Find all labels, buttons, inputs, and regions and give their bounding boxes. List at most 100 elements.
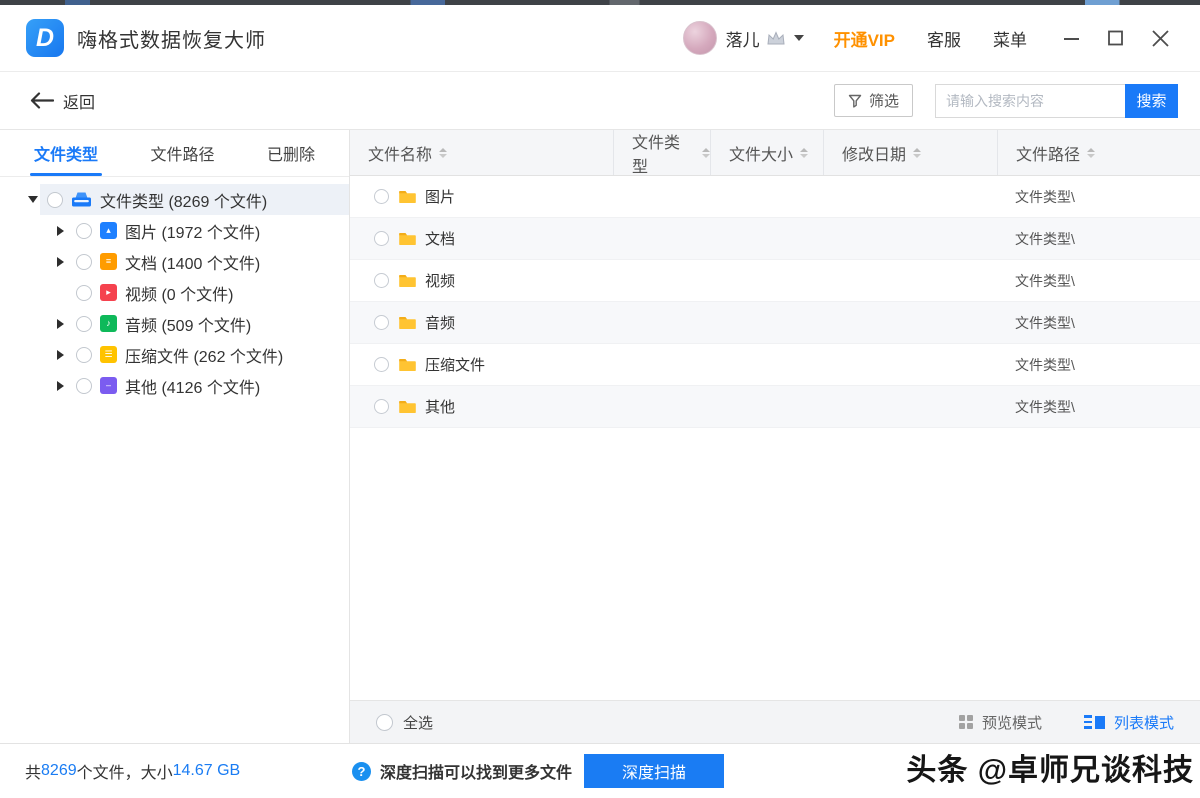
column-label: 文件大小 [729,141,793,165]
summary-middle: 个文件，大小 [77,759,173,783]
column-label: 文件类型 [632,129,695,177]
column-label: 文件名称 [368,141,432,165]
table-row[interactable]: 其他 文件类型\ [350,386,1200,428]
sort-icon[interactable] [702,148,710,158]
row-radio[interactable] [374,189,389,204]
row-radio[interactable] [374,273,389,288]
preview-mode-label: 预览模式 [982,712,1042,733]
search-box: 搜索 [935,84,1178,118]
tree-item-radio[interactable] [76,254,92,270]
tree-item[interactable]: ♪ 音频 (509 个文件) [0,308,349,339]
open-vip-button[interactable]: 开通VIP [834,26,895,51]
row-radio[interactable] [374,315,389,330]
app-title: 嗨格式数据恢复大师 [77,24,266,53]
tree-item-radio[interactable] [76,347,92,363]
back-label: 返回 [63,89,95,113]
search-button[interactable]: 搜索 [1125,84,1178,118]
row-file-path: 文件类型\ [997,229,1200,249]
table-row[interactable]: 压缩文件 文件类型\ [350,344,1200,386]
row-file-name: 压缩文件 [425,354,485,375]
document-file-icon: ≡ [100,253,117,270]
table-header: 文件名称 文件类型 文件大小 修改日期 文件路径 [350,130,1200,176]
tree-root-label: 文件类型 (8269 个文件) [100,188,267,212]
deep-scan-hint: 深度扫描可以找到更多文件 [380,759,572,783]
table-column-header[interactable]: 修改日期 [823,130,997,175]
tree-item[interactable]: – 其他 (4126 个文件) [0,370,349,401]
search-input[interactable] [935,84,1125,118]
other-file-icon: – [100,377,117,394]
tree-item-label: 压缩文件 (262 个文件) [125,343,283,367]
window-controls [1063,29,1170,48]
sort-icon[interactable] [800,148,808,158]
collapse-icon[interactable] [28,196,40,203]
table-empty-space [350,428,1200,700]
status-bar: 共8269个文件，大小14.67 GB ? 深度扫描可以找到更多文件 深度扫描 … [0,743,1200,798]
folder-icon [399,231,416,246]
row-file-name: 音频 [425,312,455,333]
sort-icon[interactable] [439,148,447,158]
back-button[interactable]: 返回 [30,89,95,113]
row-radio[interactable] [374,399,389,414]
tree-root-file-type[interactable]: 文件类型 (8269 个文件) [0,184,349,215]
expand-icon[interactable] [57,226,69,236]
table-column-header[interactable]: 文件名称 [350,130,613,175]
expand-icon[interactable] [57,350,69,360]
sort-icon[interactable] [1087,148,1095,158]
row-file-path: 文件类型\ [997,187,1200,207]
row-radio[interactable] [374,231,389,246]
column-label: 修改日期 [842,141,906,165]
tree-item[interactable]: ☰ 压缩文件 (262 个文件) [0,339,349,370]
archive-file-icon: ☰ [100,346,117,363]
table-row[interactable]: 图片 文件类型\ [350,176,1200,218]
expand-icon[interactable] [57,257,69,267]
tree-item[interactable]: ▴ 图片 (1972 个文件) [0,215,349,246]
tree-item-radio[interactable] [76,223,92,239]
list-view-icon [1084,715,1105,729]
row-radio[interactable] [374,357,389,372]
help-icon: ? [352,762,371,781]
table-row[interactable]: 视频 文件类型\ [350,260,1200,302]
select-all-radio[interactable] [376,714,393,731]
sort-icon[interactable] [913,148,921,158]
title-bar: D 嗨格式数据恢复大师 落儿 开通VIP 客服 菜单 [0,5,1200,72]
select-all-label: 全选 [403,712,433,733]
minimize-button[interactable] [1063,29,1081,47]
username[interactable]: 落儿 [726,26,760,51]
file-type-tree: 文件类型 (8269 个文件) ▴ 图片 (1972 个文件) ≡ 文档 (14… [0,177,349,401]
tree-item-radio[interactable] [76,316,92,332]
tab-deleted[interactable]: 已删除 [267,130,315,176]
maximize-button[interactable] [1107,29,1125,47]
expand-icon[interactable] [57,319,69,329]
menu-button[interactable]: 菜单 [993,26,1027,51]
close-button[interactable] [1151,29,1170,48]
row-file-name: 其他 [425,396,455,417]
tab-file-path[interactable]: 文件路径 [150,130,214,176]
tree-item-radio[interactable] [76,285,92,301]
deep-scan-button[interactable]: 深度扫描 [584,754,724,788]
row-file-path: 文件类型\ [997,397,1200,417]
tree-root-radio[interactable] [47,192,63,208]
filter-button[interactable]: 筛选 [834,84,913,117]
row-file-name: 视频 [425,270,455,291]
table-column-header[interactable]: 文件大小 [710,130,823,175]
tree-item[interactable]: ≡ 文档 (1400 个文件) [0,246,349,277]
account-dropdown-icon[interactable] [794,35,804,41]
select-all-control[interactable]: 全选 [376,712,433,733]
table-body: 图片 文件类型\ 文档 文件类型\ [350,176,1200,428]
selection-bar: 全选 预览模式 列表模式 [350,700,1200,743]
table-row[interactable]: 文档 文件类型\ [350,218,1200,260]
tree-item-radio[interactable] [76,378,92,394]
expand-icon[interactable] [57,381,69,391]
tree-item[interactable]: ▸ 视频 (0 个文件) [0,277,349,308]
list-mode-button[interactable]: 列表模式 [1084,712,1174,733]
grid-view-icon [959,715,973,729]
row-file-path: 文件类型\ [997,313,1200,333]
table-row[interactable]: 音频 文件类型\ [350,302,1200,344]
table-column-header[interactable]: 文件类型 [613,130,710,175]
tab-file-type[interactable]: 文件类型 [34,130,98,176]
preview-mode-button[interactable]: 预览模式 [959,712,1042,733]
table-column-header[interactable]: 文件路径 [997,130,1200,175]
scan-summary: 共8269个文件，大小14.67 GB [25,759,240,783]
customer-service-button[interactable]: 客服 [927,26,961,51]
user-avatar[interactable] [683,21,717,55]
